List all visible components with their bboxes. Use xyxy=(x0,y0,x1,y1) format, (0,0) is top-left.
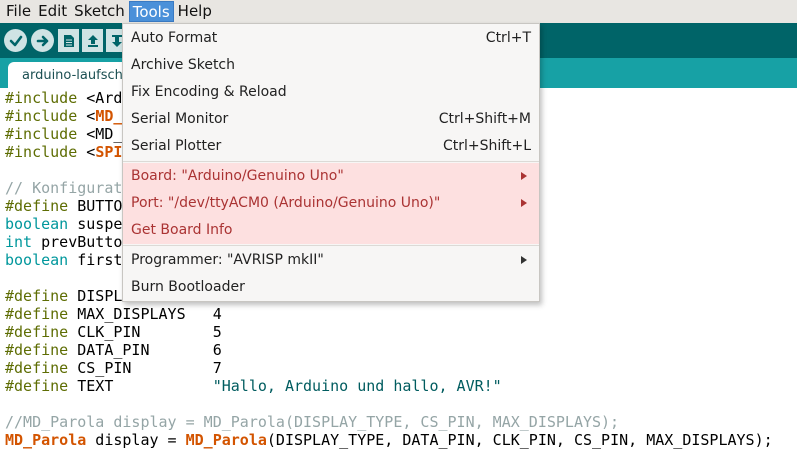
menu-item-label: Burn Bootloader xyxy=(131,279,245,295)
code-line: boolean suspe xyxy=(5,215,122,233)
menu-item-label: Fix Encoding & Reload xyxy=(131,84,287,100)
menu-item-serial-monitor[interactable]: Serial Monitor Ctrl+Shift+M xyxy=(123,106,539,133)
code-line: MD_Parola display = MD_Parola(DISPLAY_TY… xyxy=(5,431,773,449)
open-button[interactable] xyxy=(82,29,103,52)
upload-button[interactable] xyxy=(31,29,54,52)
code-line: boolean first xyxy=(5,251,122,269)
code-line: #define CLK_PIN 5 xyxy=(5,323,222,341)
code-token: #define xyxy=(5,377,69,395)
code-line: #include <MD_ xyxy=(5,125,122,143)
code-token: first xyxy=(68,251,123,269)
code-line: int prevButto xyxy=(5,233,122,251)
code-line: // Konfigurat xyxy=(5,179,122,197)
menu-item-label: Get Board Info xyxy=(131,222,233,238)
code-token: suspe xyxy=(68,215,123,233)
menu-item-label: Port: "/dev/ttyACM0 (Arduino/Genuino Uno… xyxy=(131,195,441,211)
code-token: #define xyxy=(5,197,69,215)
code-token: int xyxy=(5,233,33,251)
menu-item-label: Serial Plotter xyxy=(131,138,222,154)
menu-separator xyxy=(123,245,539,246)
menu-item-port[interactable]: Port: "/dev/ttyACM0 (Arduino/Genuino Uno… xyxy=(123,190,539,217)
code-line: #define TEXT "Hallo, Arduino und hallo, … xyxy=(5,377,502,395)
code-token: CLK_PIN 5 xyxy=(68,323,222,341)
menu-item-label: Board: "Arduino/Genuino Uno" xyxy=(131,168,344,184)
menu-edit[interactable]: Edit xyxy=(35,1,70,22)
menu-bar: File Edit Sketch Tools Help xyxy=(0,0,797,23)
menu-tools[interactable]: Tools xyxy=(128,1,174,22)
code-line: #define CS_PIN 7 xyxy=(5,359,222,377)
code-token: <Ard xyxy=(77,89,123,107)
code-token: MD_Parola xyxy=(185,431,267,449)
code-token: (DISPLAY_TYPE, DATA_PIN, CLK_PIN, CS_PIN… xyxy=(266,431,773,449)
code-line: #define BUTTO xyxy=(5,197,122,215)
code-token: "Hallo, Arduino und hallo, AVR!" xyxy=(212,377,502,395)
code-token: //MD_Parola display = MD_Parola(DISPLAY_… xyxy=(5,413,620,431)
menu-item-get-board-info[interactable]: Get Board Info xyxy=(123,217,539,244)
open-icon xyxy=(87,34,99,48)
code-token: DISPL xyxy=(68,287,123,305)
submenu-arrow-icon xyxy=(521,172,527,180)
code-token: boolean xyxy=(5,251,69,269)
menu-item-archive-sketch[interactable]: Archive Sketch xyxy=(123,52,539,79)
code-line: #include <Ard xyxy=(5,89,122,107)
menu-item-serial-plotter[interactable]: Serial Plotter Ctrl+Shift+L xyxy=(123,133,539,160)
code-token: MAX_DISPLAYS 4 xyxy=(68,305,222,323)
menu-file[interactable]: File xyxy=(3,1,34,22)
menu-item-shortcut: Ctrl+T xyxy=(485,30,531,46)
code-token: #include xyxy=(5,125,78,143)
code-token: MD_Parola xyxy=(5,431,87,449)
code-token: display = xyxy=(86,431,186,449)
menu-item-fix-encoding[interactable]: Fix Encoding & Reload xyxy=(123,79,539,106)
code-token: TEXT xyxy=(68,377,213,395)
menu-item-label: Auto Format xyxy=(131,30,218,46)
menu-item-shortcut: Ctrl+Shift+L xyxy=(443,138,531,154)
code-token: MD_ xyxy=(95,107,123,125)
menu-item-label: Archive Sketch xyxy=(131,57,236,73)
code-token: < xyxy=(77,143,96,161)
verify-icon xyxy=(9,34,23,48)
menu-item-board[interactable]: Board: "Arduino/Genuino Uno" xyxy=(123,163,539,190)
upload-icon xyxy=(36,34,50,48)
submenu-arrow-icon xyxy=(521,256,527,264)
menu-item-programmer[interactable]: Programmer: "AVRISP mkII" xyxy=(123,247,539,274)
new-button[interactable] xyxy=(58,29,79,52)
menu-item-shortcut: Ctrl+Shift+M xyxy=(438,111,531,127)
save-icon xyxy=(111,34,123,48)
menu-item-auto-format[interactable]: Auto Format Ctrl+T xyxy=(123,25,539,52)
menu-help[interactable]: Help xyxy=(175,1,215,22)
code-token: < xyxy=(77,107,96,125)
code-token: boolean xyxy=(5,215,69,233)
code-token: #define xyxy=(5,305,69,323)
code-token: CS_PIN 7 xyxy=(68,359,222,377)
code-token: DATA_PIN 6 xyxy=(68,341,222,359)
menu-item-burn-bootloader[interactable]: Burn Bootloader xyxy=(123,274,539,301)
new-icon xyxy=(63,34,75,48)
code-token: #define xyxy=(5,359,69,377)
code-line: #include <MD_ xyxy=(5,107,122,125)
code-token: #include xyxy=(5,89,78,107)
verify-button[interactable] xyxy=(4,29,27,52)
menu-separator xyxy=(123,161,539,162)
code-token: SPI xyxy=(95,143,123,161)
menu-item-label: Serial Monitor xyxy=(131,111,229,127)
code-token: #define xyxy=(5,323,69,341)
code-line: #define MAX_DISPLAYS 4 xyxy=(5,305,222,323)
code-token: #include xyxy=(5,107,78,125)
tools-menu: Auto Format Ctrl+T Archive Sketch Fix En… xyxy=(122,23,540,302)
code-token: prevButto xyxy=(32,233,123,251)
code-token: <MD_ xyxy=(77,125,123,143)
code-token: #define xyxy=(5,287,69,305)
code-line: #define DISPL xyxy=(5,287,122,305)
code-token: // Konfigurat xyxy=(5,179,123,197)
menu-item-label: Programmer: "AVRISP mkII" xyxy=(131,252,324,268)
code-line: //MD_Parola display = MD_Parola(DISPLAY_… xyxy=(5,413,619,431)
code-line: #define DATA_PIN 6 xyxy=(5,341,222,359)
menu-sketch[interactable]: Sketch xyxy=(71,1,128,22)
code-token: #include xyxy=(5,143,78,161)
submenu-arrow-icon xyxy=(521,199,527,207)
code-token: #define xyxy=(5,341,69,359)
code-line: #include <SPI xyxy=(5,143,122,161)
code-token: BUTTO xyxy=(68,197,123,215)
